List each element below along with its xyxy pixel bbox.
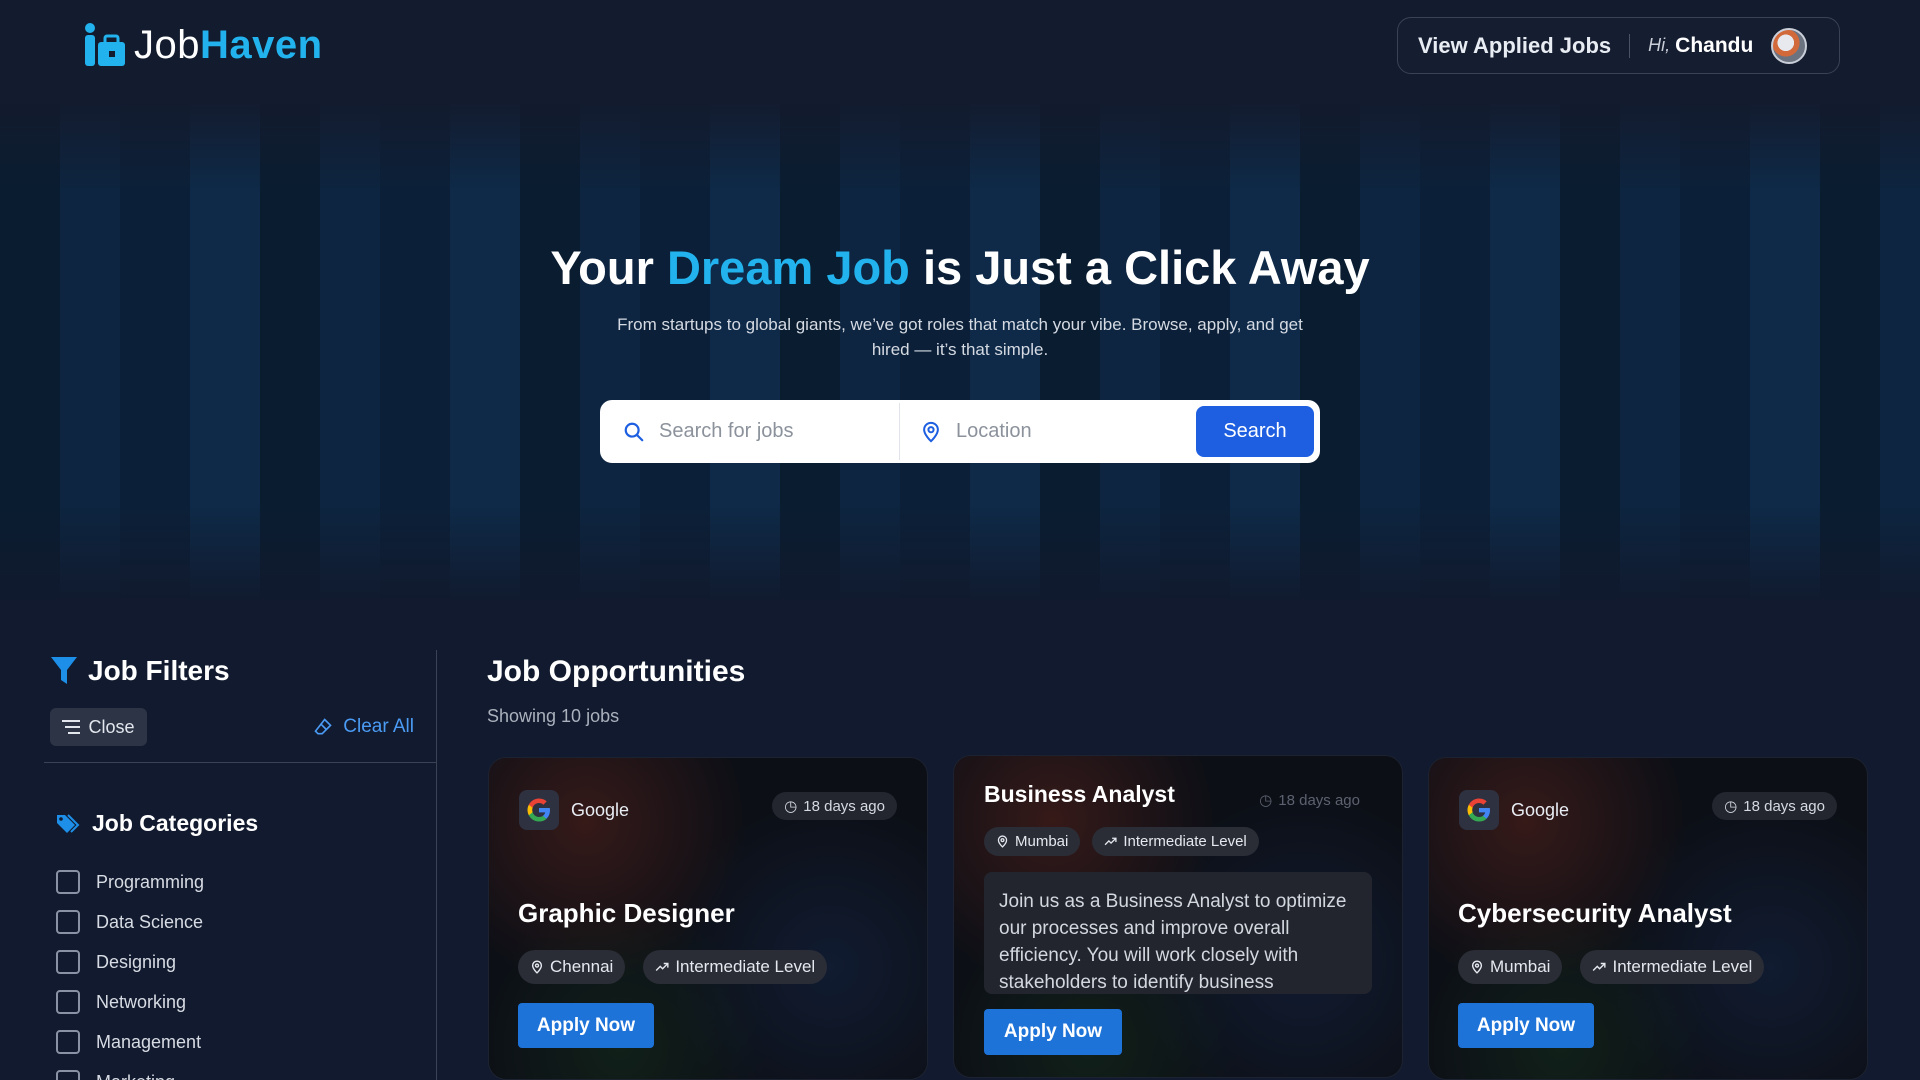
job-title: Cybersecurity Analyst [1458, 898, 1732, 928]
posted-badge: ◷ 18 days ago [1712, 792, 1837, 820]
location-pin-icon [1471, 960, 1483, 974]
job-card[interactable]: Google ◷ 18 days ago Cybersecurity Analys… [1428, 757, 1868, 1080]
job-card[interactable]: Google ◷ 18 days ago Graphic Designer Che… [488, 757, 928, 1080]
job-card[interactable]: Business Analyst ◷ 18 days ago Mumbai Int… [953, 755, 1403, 1078]
company: Google [1459, 790, 1569, 830]
location-input[interactable] [956, 420, 1176, 443]
divider [44, 762, 437, 763]
tags-icon [57, 813, 80, 833]
category-item-programming[interactable]: Programming [56, 862, 204, 902]
trending-up-icon [655, 962, 669, 971]
search-input[interactable] [659, 420, 879, 443]
greeting: Hi, [1648, 35, 1671, 55]
level-tag: Intermediate Level [1580, 950, 1765, 984]
checkbox[interactable] [56, 950, 80, 974]
filters-heading: Job Filters [50, 655, 230, 687]
divider [1629, 33, 1631, 58]
navbar: JobHaven View Applied Jobs Hi, Chandu [0, 0, 1920, 100]
category-item-designing[interactable]: Designing [56, 942, 204, 982]
clock-icon: ◷ [1259, 792, 1273, 809]
hero-title: Your Dream Job is Just a Click Away [550, 241, 1370, 294]
job-search-field [603, 403, 900, 460]
category-item-networking[interactable]: Networking [56, 982, 204, 1022]
username: Chandu [1675, 33, 1754, 57]
clock-icon: ◷ [784, 798, 798, 815]
eraser-icon [314, 718, 332, 735]
level-tag: Intermediate Level [643, 950, 828, 984]
checkbox[interactable] [56, 1070, 80, 1080]
search-button[interactable]: Search [1196, 406, 1314, 457]
results-count: Showing 10 jobs [487, 706, 620, 726]
job-tags: Mumbai Intermediate Level [1458, 950, 1765, 984]
categories-heading: Job Categories [56, 810, 258, 837]
apply-now-button[interactable]: Apply Now [518, 1003, 654, 1048]
trending-up-icon [1593, 962, 1607, 971]
location-tag: Chennai [518, 950, 626, 984]
posted-badge: ◷ 18 days ago [1259, 791, 1360, 810]
job-tags: Mumbai Intermediate Level [984, 827, 1259, 856]
job-title: Graphic Designer [518, 898, 735, 928]
checkbox[interactable] [56, 870, 80, 894]
menu-lines-icon [62, 720, 81, 734]
checkbox[interactable] [56, 1030, 80, 1054]
search-icon [624, 422, 644, 441]
trending-up-icon [1104, 837, 1117, 846]
location-field [900, 403, 1200, 460]
logo[interactable]: JobHaven [84, 22, 323, 68]
hero-subtitle: From startups to global giants, we’ve go… [617, 315, 1303, 359]
category-item-data-science[interactable]: Data Science [56, 902, 204, 942]
location-tag: Mumbai [1458, 950, 1563, 984]
google-logo-icon [519, 790, 559, 830]
level-tag: Intermediate Level [1092, 827, 1259, 856]
job-opportunities-title: Job Opportunities [487, 655, 746, 688]
location-tag: Mumbai [984, 827, 1081, 856]
location-pin-icon [997, 835, 1008, 848]
funnel-icon [51, 657, 77, 684]
avatar[interactable] [1771, 27, 1808, 64]
user-menu: View Applied Jobs Hi, Chandu [1397, 17, 1840, 74]
filters-sidebar: Job Filters Close Clear All Job Categori… [44, 650, 437, 1080]
clock-icon: ◷ [1724, 798, 1738, 815]
checkbox[interactable] [56, 990, 80, 1014]
job-description: Join us as a Business Analyst to optimiz… [984, 872, 1372, 994]
company: Google [519, 790, 629, 830]
brand-name: JobHaven [134, 22, 323, 67]
category-item-marketing[interactable]: Marketing [56, 1062, 204, 1080]
checkbox[interactable] [56, 910, 80, 934]
location-pin-icon [531, 960, 543, 974]
location-pin-icon [923, 421, 939, 443]
posted-badge: ◷ 18 days ago [772, 792, 897, 820]
search-bar: Search [600, 400, 1320, 463]
job-title: Business Analyst [984, 781, 1175, 807]
category-item-management[interactable]: Management [56, 1022, 204, 1062]
clear-all-button[interactable]: Clear All [313, 716, 414, 738]
view-applied-jobs-link[interactable]: View Applied Jobs [1418, 33, 1611, 59]
category-list: Programming Data Science Designing Netwo… [56, 862, 204, 1080]
close-filters-button[interactable]: Close [50, 708, 147, 746]
apply-now-button[interactable]: Apply Now [984, 1009, 1122, 1055]
job-seeker-icon [85, 23, 125, 66]
job-tags: Chennai Intermediate Level [518, 950, 828, 984]
apply-now-button[interactable]: Apply Now [1458, 1003, 1594, 1048]
google-logo-icon [1459, 790, 1499, 830]
